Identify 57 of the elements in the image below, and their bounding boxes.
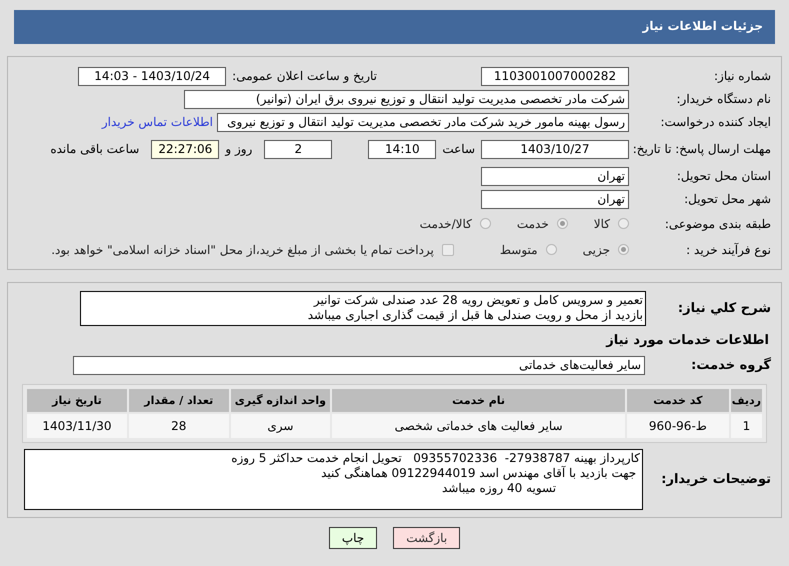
table-cell: ط-96-960 [627,414,729,438]
radio-label: کالا/خدمت [420,216,472,230]
column-header: تاریخ نیاز [27,389,127,412]
field-label: شهر محل تحویل: [683,192,772,206]
field-label: شرح کلي نياز: [676,301,772,316]
text-field[interactable]: سایر فعالیت‌های خدماتی [73,356,645,374]
section-title: اطلاعات خدمات مورد نیاز [604,332,770,350]
text-area[interactable]: کارپرداز بهینه 27938787- 09355702336 تحویل انجام خدمت حداکثر 5 روزه جهت بازدید با آقای مهندس اسد 09122944019 هماهنگی کنید تسویه 40 روزه میباشد [24,449,643,510]
text-field[interactable]: شرکت مادر تخصصی مدیریت تولید انتقال و توزیع نیروی برق ایران (توانیر) [184,90,629,108]
text-field[interactable]: رسول بهینه مامور خرید شرکت مادر تخصصی مدیریت تولید انتقال و توزیع نیروی [217,112,629,132]
field-label: ساعت [441,142,476,156]
field-label: توضیحات خریدار: [660,472,772,487]
text-area[interactable]: تعمیر و سرویس کامل و تعویض رویه 28 عدد صندلی شرکت توانیر بازدید از محل و رویت صندلی ها قبل از قیمت گذاری اجباری میباشد [80,291,646,326]
radio-button[interactable] [480,218,491,229]
field-label: گروه خدمت: [690,358,772,372]
field-label: نام دستگاه خریدار: [676,92,772,106]
column-header: نام خدمت [332,389,625,412]
column-header: کد خدمت [627,389,729,412]
field-label: تاریخ و ساعت اعلان عمومی: [231,69,378,83]
field-label: روز و [224,142,254,156]
column-header: ردیف [730,389,762,412]
column-header: واحد اندازه گیری [230,389,330,412]
back-button[interactable]: بازگشت [393,527,460,549]
field-label: استان محل تحویل: [676,169,772,183]
field-label: ساعت باقی مانده [49,142,140,156]
column-header: تعداد / مقدار [128,389,229,412]
field-label: شماره نیاز: [713,69,772,83]
radio-label: جزیی [582,242,610,256]
field-label: ایجاد کننده درخواست: [659,115,772,129]
radio-label: متوسط [500,242,538,256]
table-cell: سایر فعالیت های خدماتی شخصی [332,414,625,438]
text-field[interactable]: 14:10 [368,140,436,158]
field-label: طبقه بندی موضوعی: [664,216,772,230]
text-field[interactable]: 1103001007000282 [481,66,629,86]
field-label: مهلت ارسال پاسخ: تا تاریخ: [632,142,772,156]
text-field[interactable]: تهران [481,166,629,186]
print-button[interactable]: چاپ [328,527,378,549]
field-label: نوع فرآیند خرید : [685,242,772,256]
text-field[interactable]: 1403/10/27 [481,140,629,158]
radio-label: خدمت [516,216,549,230]
radio-button[interactable] [618,244,629,255]
text-field[interactable]: 1403/10/24 - 14:03 [78,66,226,86]
table-cell: 1403/11/30 [27,414,127,438]
table-cell: 1 [730,414,762,438]
radio-button[interactable] [556,218,568,229]
radio-label: کالا [594,216,610,230]
contact-link[interactable]: اطلاعات تماس خریدار [102,115,213,129]
radio-button[interactable] [618,218,629,229]
text-field[interactable]: 2 [264,140,332,158]
table-cell: 28 [128,414,229,438]
page-header: جزئیات اطلاعات نیاز [14,10,775,44]
checkbox-label: پرداخت تمام یا بخشی از مبلغ خرید،از محل "اسناد خزانه اسلامی" خواهد بود. [51,242,434,256]
radio-button[interactable] [546,244,557,255]
table-cell: سری [230,414,330,438]
countdown-field: 22:27:06 [151,140,220,158]
text-field[interactable]: تهران [481,190,629,208]
checkbox[interactable] [442,244,454,256]
